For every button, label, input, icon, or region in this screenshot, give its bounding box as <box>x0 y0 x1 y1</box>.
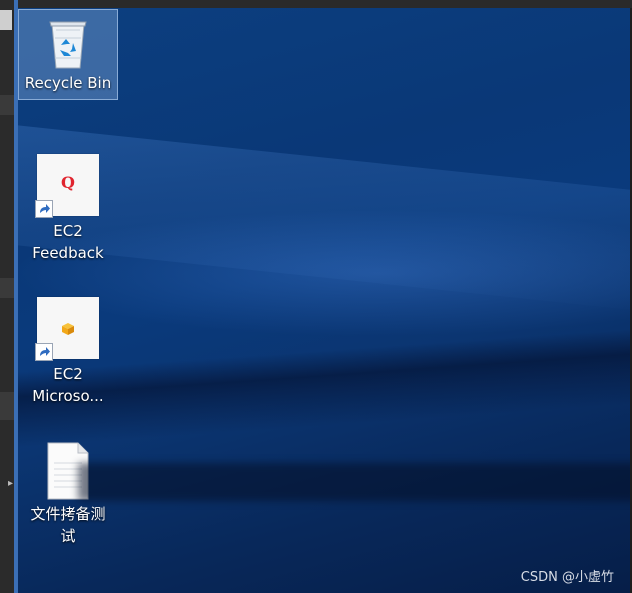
recycle-bin-icon <box>19 14 117 72</box>
edge-segment <box>0 95 14 115</box>
desktop-icon-ec2-feedback[interactable]: Q EC2 Feedback <box>18 154 118 264</box>
desktop-icon-recycle-bin[interactable]: Recycle Bin <box>18 9 118 100</box>
ec2-microsoft-icon <box>35 297 99 361</box>
shortcut-arrow-icon <box>35 200 53 218</box>
desktop-icon-label: 试 <box>60 527 76 545</box>
left-window-edge: ▸ <box>0 0 18 593</box>
desktop-icon-text-document[interactable]: 文件拷备测 试 <box>18 441 118 547</box>
desktop-wallpaper: Recycle Bin Q EC2 Feedback EC2 Microso..… <box>18 8 630 593</box>
cube-icon <box>61 320 75 342</box>
desktop-icon-label: EC2 <box>53 365 83 383</box>
desktop-icon-ec2-microsoft[interactable]: EC2 Microso... <box>18 297 118 407</box>
window-top-edge <box>0 0 632 8</box>
edge-segment <box>0 278 14 298</box>
desktop-icon-label: Microso... <box>32 387 104 405</box>
edge-segment <box>0 392 14 420</box>
expand-arrow-icon[interactable]: ▸ <box>8 478 13 489</box>
desktop-icon-label: Recycle Bin <box>24 74 112 92</box>
shortcut-arrow-icon <box>35 343 53 361</box>
watermark-text: CSDN @小虚竹 <box>520 570 614 585</box>
ec2-feedback-icon: Q <box>35 154 99 218</box>
desktop-icon-label: Feedback <box>32 244 104 262</box>
feedback-glyph: Q <box>61 173 75 192</box>
desktop-icon-label: 文件拷备测 <box>30 505 106 523</box>
text-document-icon <box>18 441 118 503</box>
edge-segment <box>0 10 12 30</box>
desktop-icon-label: EC2 <box>53 222 83 240</box>
